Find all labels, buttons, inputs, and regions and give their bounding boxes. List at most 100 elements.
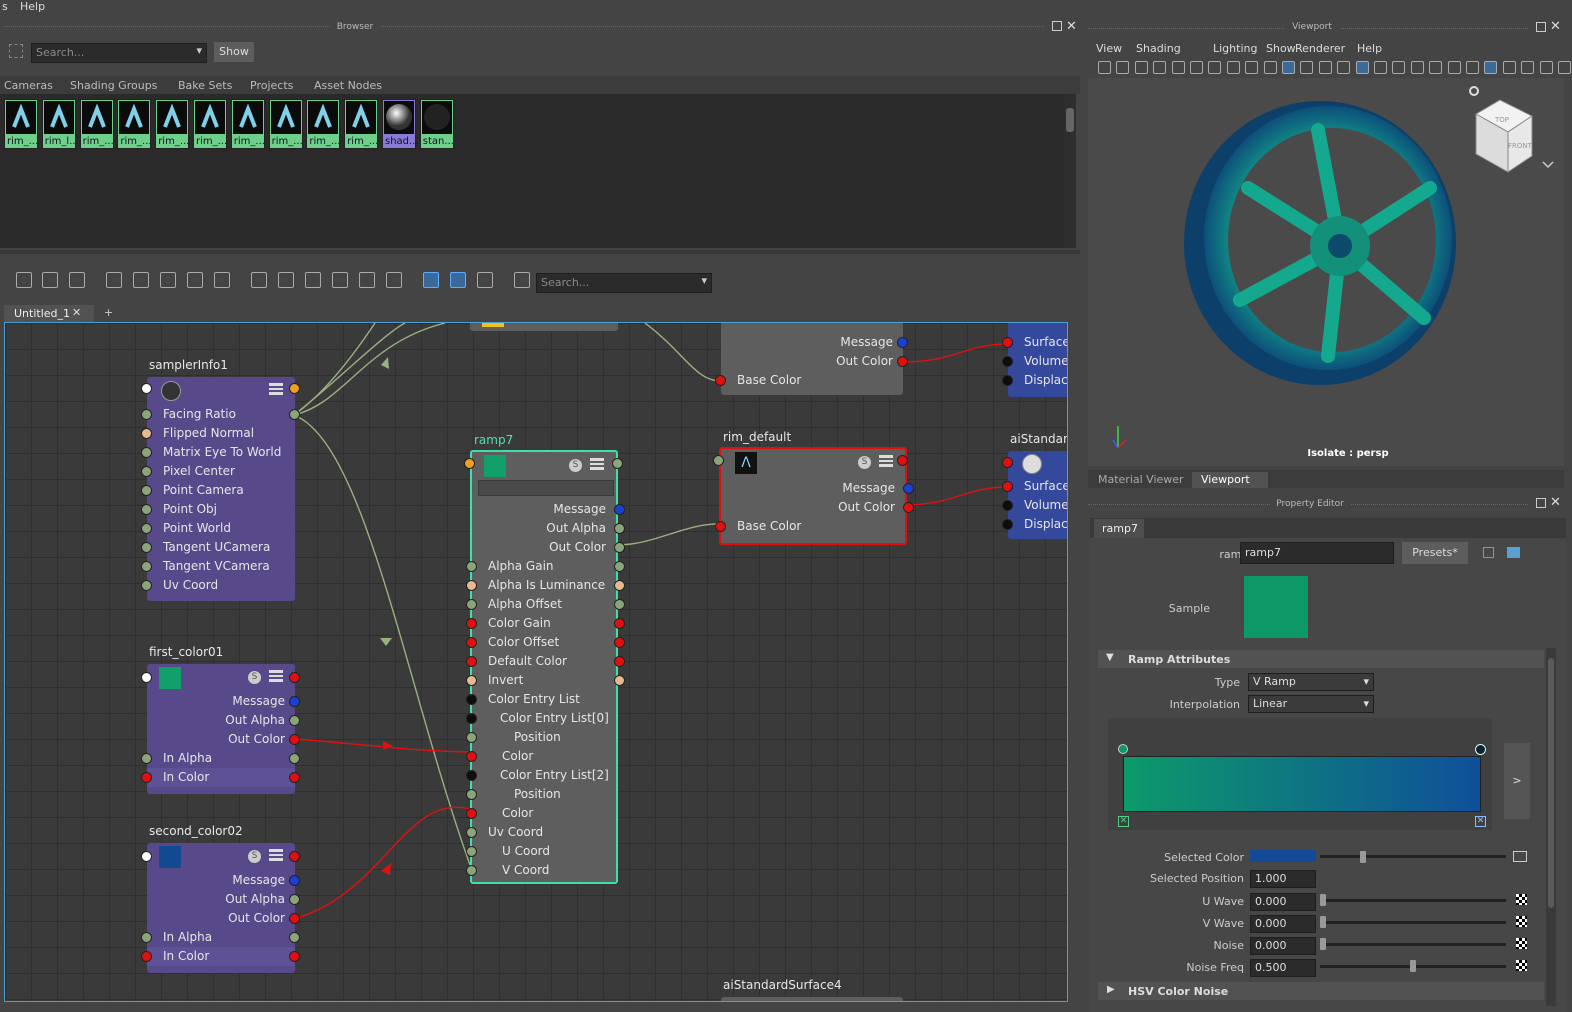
chevron-down-icon[interactable]: ▾ xyxy=(701,274,707,287)
output-port-dot[interactable] xyxy=(612,458,623,469)
output-port-dot[interactable] xyxy=(614,504,625,515)
input-port-dot[interactable] xyxy=(141,932,152,943)
input-port-dot[interactable] xyxy=(141,772,152,783)
noise-freq-field[interactable]: 0.500 xyxy=(1250,959,1316,977)
viewport-tool-icon[interactable] xyxy=(1521,61,1535,74)
ramp-attributes-header[interactable]: ▼ Ramp Attributes xyxy=(1098,650,1544,668)
input-connections-icon[interactable] xyxy=(16,272,32,288)
output-port-dot[interactable] xyxy=(289,894,300,905)
swatch-toggle-icon[interactable]: S xyxy=(569,459,582,472)
browser-search-input[interactable]: Search... ▾ xyxy=(31,43,207,63)
chevron-down-icon[interactable]: ▾ xyxy=(196,44,202,57)
viewport-tool-icon[interactable] xyxy=(1245,61,1259,74)
node-attribute-row[interactable]: Volume xyxy=(1008,496,1067,515)
input-port-dot[interactable] xyxy=(141,753,152,764)
node-attribute-row[interactable]: Out Color xyxy=(721,352,903,371)
interpolation-dropdown[interactable]: Linear ▾ xyxy=(1248,695,1374,713)
map-checker-icon[interactable] xyxy=(1516,894,1527,905)
clear-graph-icon[interactable] xyxy=(214,272,230,288)
presets-button[interactable]: Presets* xyxy=(1402,542,1468,564)
u-wave-slider[interactable] xyxy=(1320,899,1506,902)
node-attribute-row[interactable]: Flipped Normal xyxy=(147,424,295,443)
viewport-tool-icon[interactable] xyxy=(1134,61,1148,74)
material-thumbnail[interactable]: shad... xyxy=(382,99,419,149)
node-aistandard-top[interactable]: SurfaceVolumeDisplace xyxy=(1002,323,1067,397)
float-icon[interactable] xyxy=(1052,21,1062,31)
node-attribute-row[interactable]: Out Color xyxy=(147,909,295,928)
output-port-dot[interactable] xyxy=(289,851,300,862)
node-attribute-row[interactable]: Out Color xyxy=(147,730,295,749)
viewport-tool-icon[interactable] xyxy=(1558,61,1571,74)
ramp-editor[interactable]: ✕ ✕ xyxy=(1108,718,1492,830)
map-button-icon[interactable] xyxy=(1513,851,1527,862)
viewport-tool-icon[interactable] xyxy=(1190,61,1203,74)
float-icon[interactable] xyxy=(1536,498,1546,508)
input-port-dot[interactable] xyxy=(141,504,152,515)
node-attribute-row[interactable]: Message xyxy=(472,500,616,519)
material-thumbnail[interactable]: rim_... xyxy=(306,99,341,149)
map-checker-icon[interactable] xyxy=(1516,938,1527,949)
input-port-dot[interactable] xyxy=(1002,337,1013,348)
node-attribute-row[interactable]: Point Camera xyxy=(147,481,295,500)
tab-bake-sets[interactable]: Bake Sets xyxy=(178,79,232,92)
tab-projects[interactable]: Projects xyxy=(250,79,293,92)
output-port-dot[interactable] xyxy=(614,637,625,648)
input-port-dot[interactable] xyxy=(466,808,477,819)
input-port-dot[interactable] xyxy=(141,542,152,553)
output-port-dot[interactable] xyxy=(289,772,300,783)
snapshot-icon[interactable] xyxy=(386,272,402,288)
material-thumbnail[interactable]: rim_... xyxy=(117,99,152,149)
swatch-toggle-icon[interactable]: S xyxy=(248,671,261,684)
node-attribute-row[interactable]: Color Offset xyxy=(472,633,616,652)
node-ramp7[interactable]: ramp7 S Message Out Alpha Out Color Alpha Gai… xyxy=(464,433,625,884)
input-port-dot[interactable] xyxy=(466,713,477,724)
node-attribute-row[interactable]: Facing Ratio xyxy=(147,405,295,424)
viewport-menu-renderer[interactable]: Renderer xyxy=(1295,42,1345,55)
node-attribute-row[interactable]: Position xyxy=(472,785,616,804)
node-attribute-row[interactable]: Color Entry List[0] xyxy=(472,709,616,728)
node-attribute-row[interactable]: Uv Coord xyxy=(472,823,616,842)
node-partial-top[interactable] xyxy=(470,323,618,331)
menu-item-help[interactable]: Help xyxy=(20,0,45,13)
show-input-icon[interactable] xyxy=(1483,547,1494,558)
input-port-dot[interactable] xyxy=(141,409,152,420)
swatch-icon[interactable] xyxy=(477,272,493,288)
ramp-name-field[interactable]: ramp7 xyxy=(1240,542,1394,564)
output-port-dot[interactable] xyxy=(289,932,300,943)
full-mode-icon[interactable] xyxy=(305,272,321,288)
show-output-icon[interactable] xyxy=(1507,547,1520,558)
output-port-dot[interactable] xyxy=(897,455,908,466)
node-attribute-row[interactable]: Displace xyxy=(1008,371,1067,390)
custom-mode-icon[interactable] xyxy=(332,272,348,288)
node-menu-icon[interactable] xyxy=(590,458,604,470)
viewport-menu-view[interactable]: View xyxy=(1096,42,1122,55)
material-thumbnail[interactable]: rim_... xyxy=(4,99,38,149)
open-ramp-editor-button[interactable]: > xyxy=(1504,743,1530,819)
viewport-menu-show[interactable]: Show xyxy=(1266,42,1296,55)
node-attribute-row[interactable]: Uv Coord xyxy=(147,576,295,595)
viewport-menu-shading[interactable]: Shading xyxy=(1136,42,1181,55)
material-thumbnail[interactable]: rim_... xyxy=(79,99,114,149)
node-attribute-row[interactable]: Color Gain xyxy=(472,614,616,633)
node-menu-icon[interactable] xyxy=(269,670,283,682)
tab-cameras[interactable]: Cameras xyxy=(4,79,53,92)
viewport-tool-icon[interactable] xyxy=(1410,61,1424,74)
tab-ramp7[interactable]: ramp7 xyxy=(1102,522,1138,535)
node-attribute-row[interactable]: Message xyxy=(721,333,903,352)
output-port-dot[interactable] xyxy=(289,734,300,745)
node-aistandard[interactable]: aiStandar SurfaceVolumeDisplace xyxy=(1002,432,1067,539)
node-attribute-row[interactable]: Color xyxy=(472,804,616,823)
show-button[interactable]: Show xyxy=(214,42,254,62)
viewport-tool-icon[interactable] xyxy=(1466,61,1479,74)
output-port-dot[interactable] xyxy=(289,409,300,420)
node-rim-top[interactable]: Message Out Color Base Color xyxy=(715,323,908,395)
ramp-gradient-bar[interactable] xyxy=(1123,756,1481,812)
node-menu-icon[interactable] xyxy=(879,455,893,467)
viewport-tool-icon[interactable] xyxy=(1300,61,1314,74)
frame-selected-icon[interactable] xyxy=(133,272,149,288)
node-menu-icon[interactable] xyxy=(269,849,283,861)
input-port-dot[interactable] xyxy=(141,428,152,439)
material-thumbnail[interactable]: rim_... xyxy=(230,99,265,149)
node-menu-icon[interactable] xyxy=(269,383,283,395)
viewport-tool-icon[interactable] xyxy=(1318,61,1332,74)
